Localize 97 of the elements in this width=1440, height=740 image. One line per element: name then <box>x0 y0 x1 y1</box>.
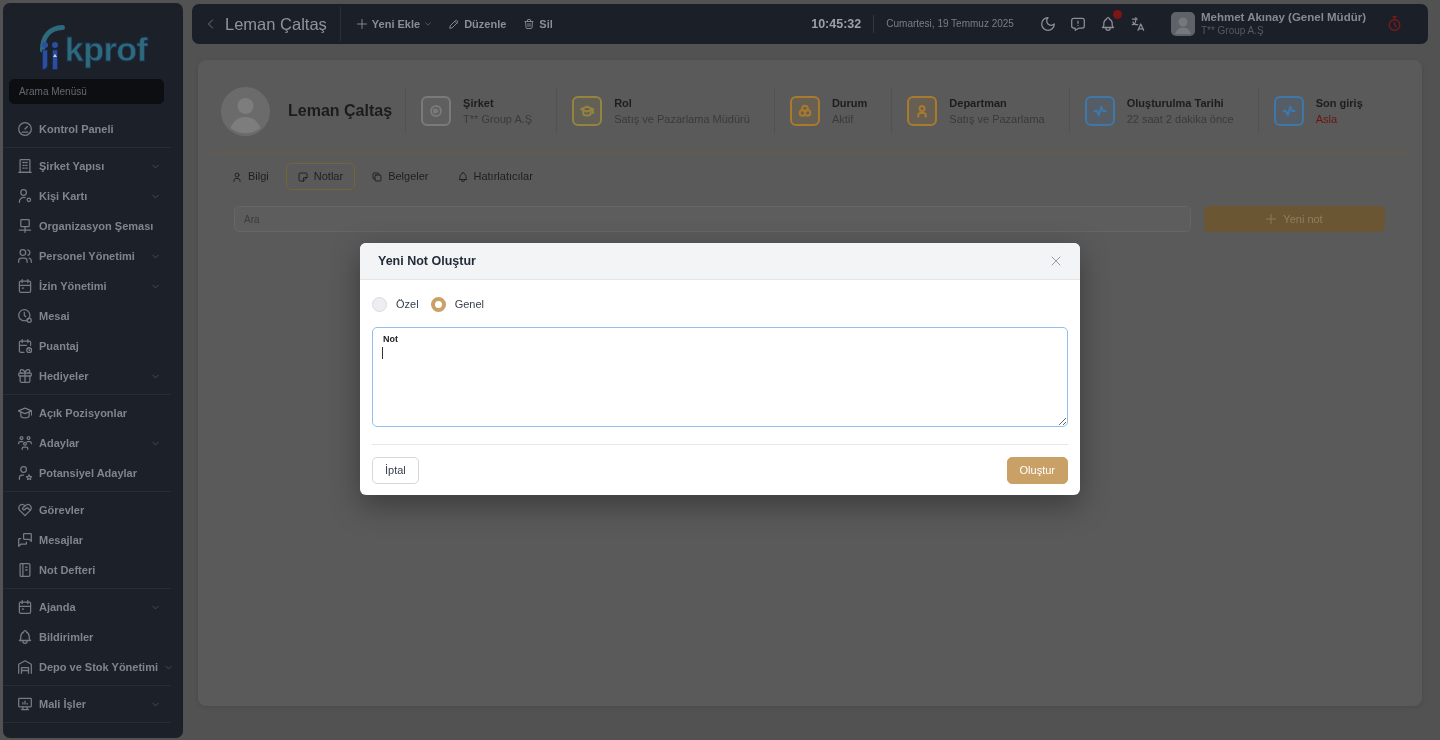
tab[interactable]: Notlar <box>285 163 356 190</box>
monitor-chart-icon <box>18 697 32 711</box>
sidebar-menu-item[interactable]: İzin Yönetimi <box>3 271 183 301</box>
presentation-icon <box>18 219 32 233</box>
users-icon <box>18 249 32 263</box>
radio-button[interactable] <box>430 296 446 312</box>
graduation-cap-icon <box>18 406 32 420</box>
building-icon <box>18 159 32 173</box>
sidebar-menu-item[interactable]: Mali İşler <box>3 689 183 719</box>
chevron-down-icon <box>152 372 159 380</box>
field-label: Not <box>383 334 398 345</box>
radio-button[interactable] <box>372 296 387 312</box>
date-text: Cumartesi, 19 Temmuz 2025 <box>886 17 1014 32</box>
message-alert-icon[interactable] <box>1070 17 1085 31</box>
user-icon <box>18 189 32 203</box>
chevron-left-icon[interactable] <box>206 18 216 30</box>
sidebar-menu-item[interactable]: Mesai <box>3 301 183 331</box>
sidebar-menu-item[interactable]: Şirket Yapısı <box>3 151 183 181</box>
sidebar-menu-item[interactable]: Kişi Kartı <box>3 181 183 211</box>
files-icon <box>372 171 383 182</box>
calendar-icon <box>18 279 32 293</box>
sidebar-menu-item[interactable]: Görevler <box>3 495 183 525</box>
chevron-down-icon <box>152 282 159 290</box>
users-icon <box>18 436 32 450</box>
tab[interactable]: Hatırlatıcılar <box>445 163 545 190</box>
tab[interactable]: Bilgi <box>220 163 281 190</box>
fact-label: Şirket <box>463 96 495 111</box>
submit-button[interactable]: Oluştur <box>1006 457 1068 484</box>
page-title: Leman Çaltaş <box>225 13 327 35</box>
clock-icon <box>18 309 32 323</box>
logo-icon <box>38 24 65 70</box>
chevron-down-icon <box>152 603 159 611</box>
note-textarea[interactable] <box>372 327 1068 427</box>
user-name: Mehmet Akınay (Genel Müdür) <box>1200 11 1366 25</box>
text-cursor-icon <box>382 347 383 359</box>
chevron-down-icon <box>152 700 159 708</box>
modal-title: Yeni Not Oluştur <box>378 252 476 270</box>
fact-label: Son giriş <box>1315 96 1363 111</box>
bell-icon <box>457 171 468 182</box>
sidebar-menu-item[interactable]: Adaylar <box>3 428 183 458</box>
bell-icon <box>18 630 32 644</box>
translate-icon[interactable] <box>1130 17 1145 31</box>
calendar-icon <box>18 600 32 614</box>
add-new-button[interactable]: Yeni Ekle <box>356 15 432 33</box>
moon-icon[interactable] <box>1040 17 1055 31</box>
gauge-icon <box>18 122 32 136</box>
gift-icon <box>18 369 32 383</box>
chevron-down-icon <box>152 252 159 260</box>
trash-icon <box>524 19 535 29</box>
chevron-down-icon <box>152 162 159 170</box>
fact-label: Rol <box>614 96 633 111</box>
notebook-icon <box>18 563 32 577</box>
radio-label[interactable]: Özel <box>396 295 419 313</box>
bell-icon[interactable] <box>1100 17 1115 31</box>
clock-time: 10:45:32 <box>811 15 862 33</box>
sidebar-menu-item[interactable]: Puantaj <box>3 331 183 361</box>
sidebar-menu-item[interactable]: Mesajlar <box>3 525 183 555</box>
fact-label: Oluşturulma Tarihi <box>1126 96 1225 111</box>
plus-icon <box>356 19 367 29</box>
note-icon <box>297 171 308 182</box>
sidebar-menu-item[interactable]: Açık Pozisyonlar <box>3 398 183 428</box>
chevron-down-icon <box>425 21 432 27</box>
heart-icon <box>18 503 32 517</box>
stopwatch-icon[interactable] <box>1387 16 1402 32</box>
menu-search-field[interactable]: Arama Menüsü <box>9 79 164 104</box>
sidebar-menu-item[interactable]: Depo ve Stok Yönetimi <box>3 652 183 682</box>
fact-value: Asla <box>1315 111 1339 126</box>
fact-label: Departman <box>949 96 1008 111</box>
sidebar-menu-item[interactable]: Bildirimler <box>3 622 183 652</box>
avatar-icon <box>221 86 270 136</box>
pencil-icon <box>449 19 460 29</box>
chevron-down-icon <box>165 663 172 671</box>
chat-icon <box>18 533 32 547</box>
tab[interactable]: Belgeler <box>360 163 441 190</box>
close-icon[interactable] <box>1051 256 1061 266</box>
edit-button[interactable]: Düzenle <box>449 15 507 33</box>
sidebar-menu-item[interactable]: Potansiyel Adaylar <box>3 458 183 488</box>
sidebar-menu-item[interactable]: Not Defteri <box>3 555 183 585</box>
warehouse-icon <box>18 660 32 674</box>
user-icon <box>232 171 242 182</box>
fact-label: Durum <box>831 96 868 111</box>
user-star-icon <box>18 466 32 480</box>
delete-button[interactable]: Sil <box>524 15 553 33</box>
profile-name: Leman Çaltaş <box>288 101 393 121</box>
sidebar-menu-item[interactable]: Organizasyon Şeması <box>3 211 183 241</box>
chevron-down-icon <box>152 439 159 447</box>
plus-icon <box>1266 214 1277 224</box>
radio-label[interactable]: Genel <box>454 295 484 313</box>
calendar-clock-icon <box>18 339 32 353</box>
logo-text: kprof <box>64 32 148 66</box>
sidebar-menu-item[interactable]: Kontrol Paneli <box>3 114 183 144</box>
avatar-icon[interactable] <box>1170 12 1195 36</box>
chevron-down-icon <box>152 192 159 200</box>
cancel-button[interactable]: İptal <box>372 457 419 484</box>
sidebar-menu-item[interactable]: Ajanda <box>3 592 183 622</box>
sidebar-menu-item[interactable]: Personel Yönetimi <box>3 241 183 271</box>
sidebar-menu-item[interactable]: Hediyeler <box>3 361 183 391</box>
